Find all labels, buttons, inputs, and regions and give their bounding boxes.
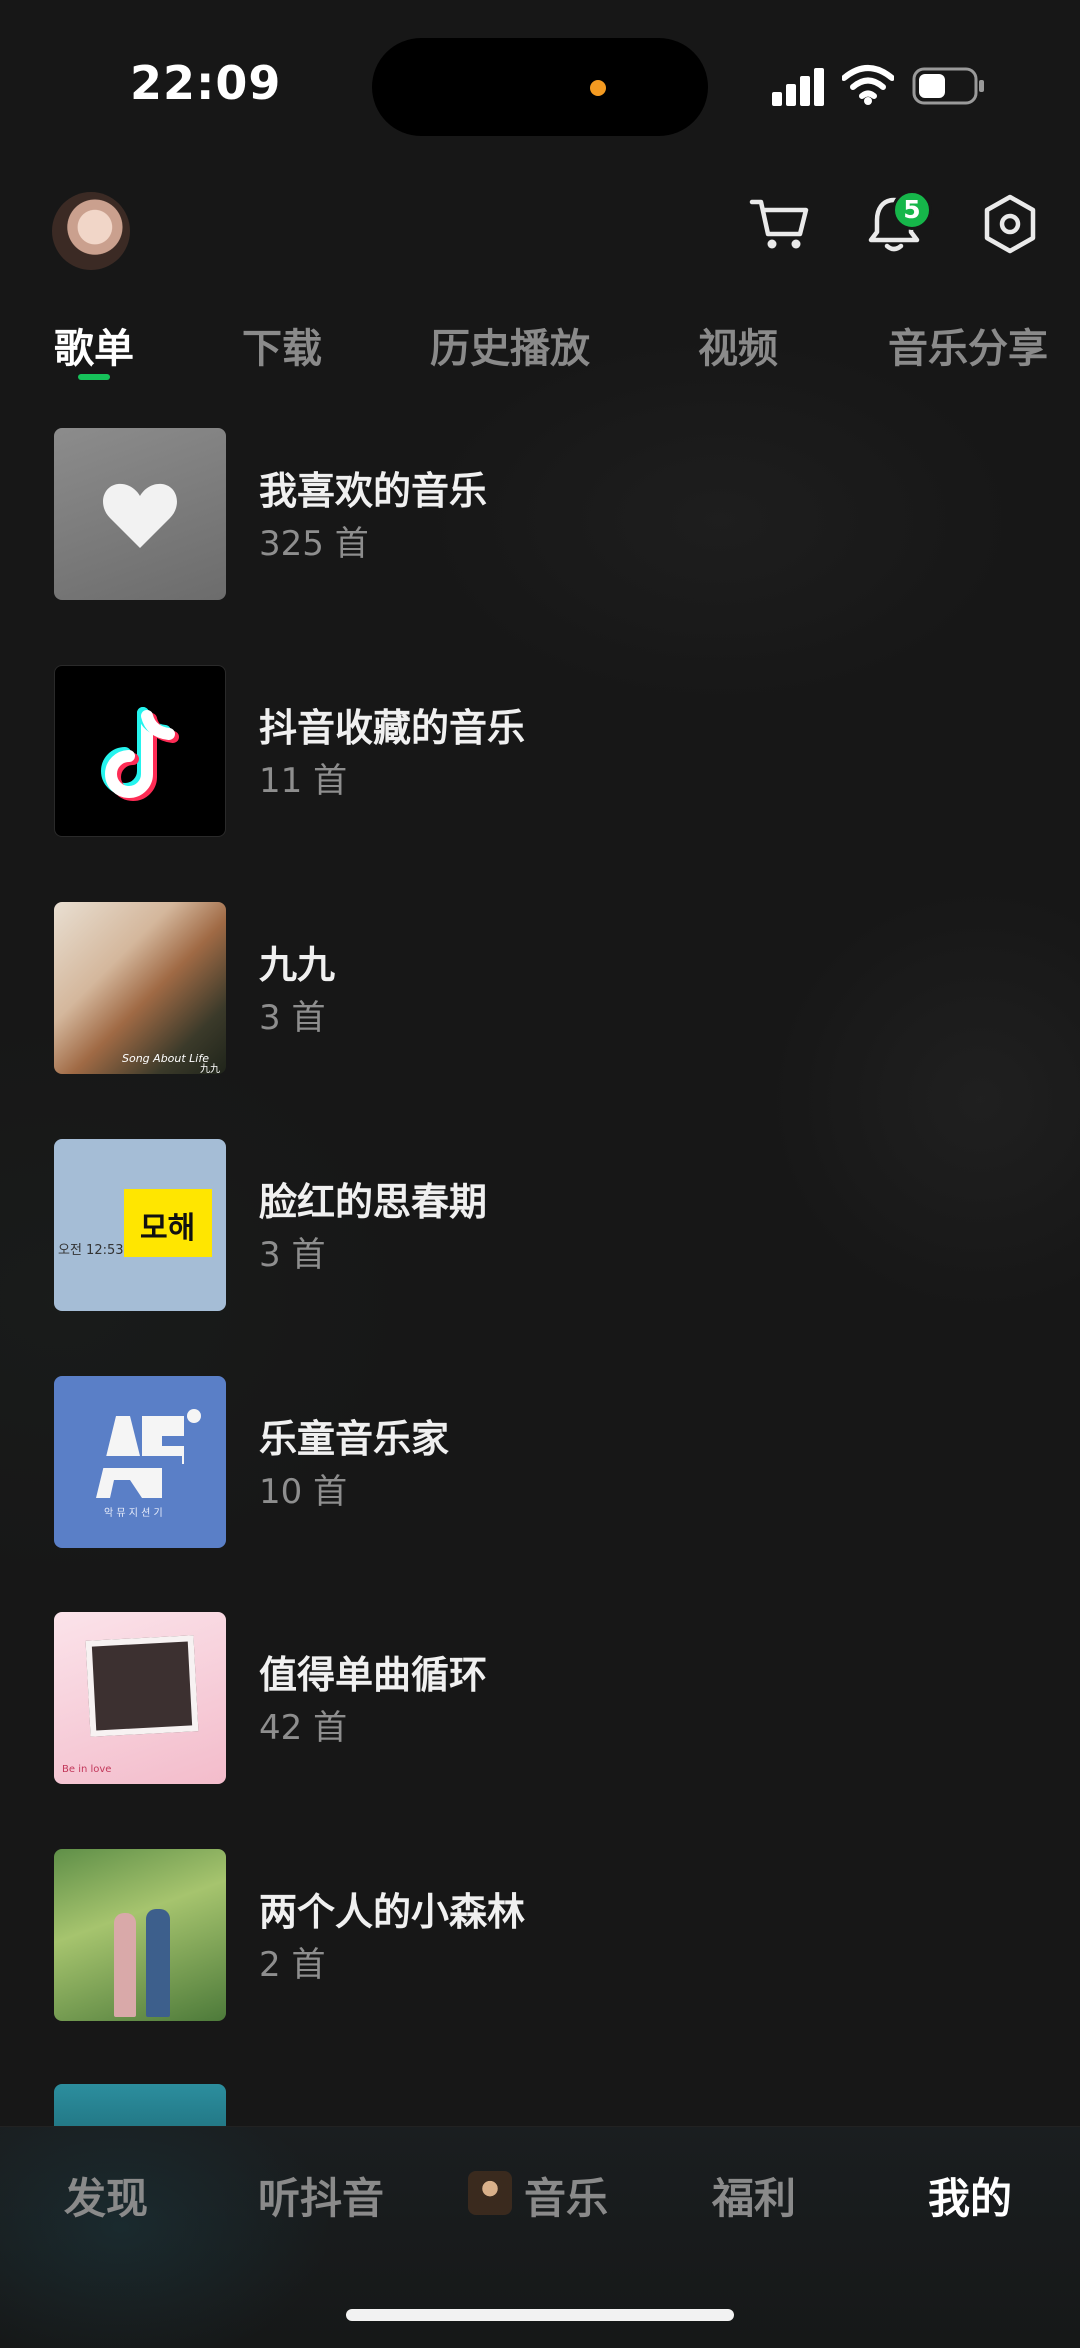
playlist-item[interactable]: Be in love 值得单曲循环 42 首 [54, 1612, 1054, 1784]
playlist-song-count: 42 首 [259, 1708, 348, 1748]
playlist-song-count: 3 首 [259, 1235, 326, 1275]
playlist-item[interactable] [54, 2084, 1054, 2126]
playlist-song-count: 325 首 [259, 524, 369, 564]
playlist-title: 脸红的思春期 [259, 1180, 488, 1224]
tab-music-share[interactable]: 音乐分享 [888, 316, 1048, 374]
playlist-song-count: 2 首 [259, 1945, 326, 1985]
cover-caption: 九九 [200, 1064, 220, 1074]
status-bar: 22:09 [0, 0, 1080, 170]
playlist-title: 九九 [259, 943, 336, 987]
cover-figure [146, 1909, 170, 2017]
wifi-icon [842, 65, 894, 105]
battery-icon [912, 67, 984, 105]
tab-videos[interactable]: 视频 [698, 316, 778, 374]
playlist-item[interactable]: 我喜欢的音乐 325 首 [54, 428, 1054, 600]
cellular-signal-icon [772, 68, 826, 106]
tab-playlists[interactable]: 歌单 [54, 316, 134, 374]
settings-icon[interactable] [978, 192, 1042, 256]
now-playing-thumbnail[interactable] [468, 2171, 512, 2215]
playlist-cover: Be in love [54, 1612, 226, 1784]
playlist-song-count: 11 首 [259, 761, 348, 801]
nav-discover[interactable]: 发现 [64, 2165, 148, 2226]
playlist-title: 乐童音乐家 [259, 1417, 450, 1461]
status-time: 22:09 [130, 56, 282, 110]
playlist-cover [54, 1849, 226, 2021]
nav-mine[interactable]: 我的 [928, 2165, 1012, 2226]
active-tab-indicator [78, 374, 110, 380]
privacy-indicator-dot [590, 80, 606, 96]
playlist-item[interactable]: Song About Life 九九 九九 3 首 [54, 902, 1054, 1074]
playlist-title: 两个人的小森林 [259, 1890, 526, 1934]
dynamic-island [372, 38, 708, 136]
playlist-title: 抖音收藏的音乐 [259, 706, 526, 750]
cover-caption: Be in love [62, 1764, 112, 1775]
playlist-item[interactable]: 两个人的小森林 2 首 [54, 1849, 1054, 2021]
cart-icon[interactable] [748, 192, 812, 256]
playlist-cover [54, 665, 226, 837]
nav-benefits[interactable]: 福利 [712, 2165, 796, 2226]
notification-badge: 5 [892, 190, 932, 230]
playlist-title: 我喜欢的音乐 [259, 469, 488, 513]
douyin-logo-icon [101, 707, 179, 801]
playlist-song-count: 3 首 [259, 998, 326, 1038]
cover-figure [114, 1913, 136, 2017]
home-indicator[interactable] [346, 2309, 734, 2321]
tab-history[interactable]: 历史播放 [430, 316, 590, 374]
cover-caption: 모해 [140, 1211, 196, 1246]
library-tabs: 歌单 下载 历史播放 视频 音乐分享 [0, 316, 1080, 400]
playlist-song-count: 10 首 [259, 1472, 348, 1512]
playlist-item[interactable]: 악 뮤 지 션 기 乐童音乐家 10 首 [54, 1376, 1054, 1548]
playlist-cover: 악 뮤 지 션 기 [54, 1376, 226, 1548]
tab-downloads[interactable]: 下载 [242, 316, 322, 374]
akmu-logo-icon [96, 1409, 201, 1498]
heart-icon [103, 483, 177, 548]
cover-caption: 악 뮤 지 션 기 [104, 1508, 163, 1519]
cover-photo [85, 1635, 199, 1737]
nav-listen-douyin[interactable]: 听抖音 [258, 2165, 384, 2226]
playlist-cover [54, 428, 226, 600]
playlist-item[interactable]: 모해 오전 12:53 脸红的思春期 3 首 [54, 1139, 1054, 1311]
avatar[interactable] [52, 192, 130, 270]
playlist-title: 值得单曲循环 [259, 1653, 488, 1697]
playlist-cover [54, 2084, 226, 2126]
playlist-item[interactable]: 抖音收藏的音乐 11 首 [54, 665, 1054, 837]
nav-music[interactable]: 音乐 [524, 2165, 608, 2226]
cover-caption: Song About Life [122, 1052, 210, 1065]
cover-caption: 오전 12:53 [58, 1243, 124, 1258]
playlist-cover: Song About Life 九九 [54, 902, 226, 1074]
playlist-cover: 모해 오전 12:53 [54, 1139, 226, 1311]
